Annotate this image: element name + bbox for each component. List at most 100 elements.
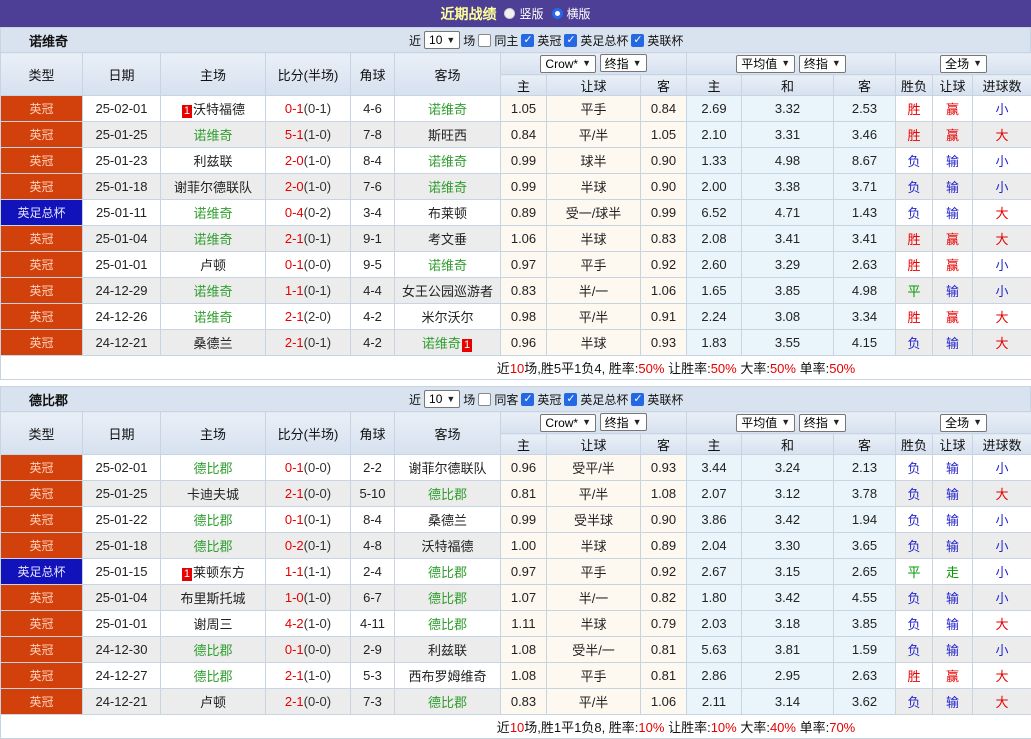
league-checkbox-facup[interactable]: ✓: [564, 34, 577, 47]
home-team: 利兹联: [161, 148, 266, 174]
league-type-badge: 英冠: [1, 122, 83, 148]
result-goals: 小: [973, 455, 1031, 481]
half-score: (0-1): [304, 538, 331, 553]
half-score: (0-0): [304, 642, 331, 657]
league-checkbox-eflcup[interactable]: ✓: [631, 393, 644, 406]
result-winlose: 胜: [896, 96, 933, 122]
summary-stat-value: 50%: [770, 361, 796, 376]
match-date: 24-12-30: [83, 637, 161, 663]
corner-score: 4-8: [351, 533, 395, 559]
odds-away: 0.92: [641, 559, 687, 585]
final-odds-select-2[interactable]: 终指▼: [799, 414, 846, 432]
full-score: 2-1: [285, 309, 304, 324]
summary-text: 场,胜5平1负4, 胜率:: [524, 361, 638, 376]
final-odds-select[interactable]: 终指▼: [600, 413, 647, 431]
col-type: 类型: [1, 412, 83, 455]
match-date: 24-12-29: [83, 278, 161, 304]
result-handicap: 输: [933, 148, 973, 174]
check-icon: ✓: [566, 393, 575, 406]
games-count-select[interactable]: 10▼: [424, 31, 460, 49]
chevron-down-icon: ▼: [446, 36, 455, 45]
match-score: 5-1(1-0): [266, 122, 351, 148]
average-value: 平均值: [741, 414, 777, 431]
scope-value: 全场: [945, 55, 969, 72]
handicap-line: 半球: [547, 533, 641, 559]
handicap-line: 受半/一: [547, 637, 641, 663]
col-avg-home: 主: [687, 434, 742, 455]
final-odds-select-2[interactable]: 终指▼: [799, 55, 846, 73]
result-winlose: 平: [896, 278, 933, 304]
same-away-checkbox[interactable]: [478, 393, 491, 406]
match-score: 0-4(0-2): [266, 200, 351, 226]
league-checkbox-championship[interactable]: ✓: [521, 393, 534, 406]
league-label-championship: 英冠: [537, 391, 561, 408]
full-score: 0-2: [285, 538, 304, 553]
chevron-down-icon: ▼: [781, 59, 790, 68]
col-corner: 角球: [351, 53, 395, 96]
odds-home: 1.11: [501, 611, 547, 637]
league-type-badge: 英冠: [1, 226, 83, 252]
match-row: 英冠25-01-04诺维奇2-1(0-1)9-1考文垂1.06半球0.832.0…: [1, 226, 1031, 252]
odds-home: 0.84: [501, 122, 547, 148]
match-row: 英冠25-02-011沃特福德0-1(0-1)4-6诺维奇1.05平手0.842…: [1, 96, 1031, 122]
match-score: 2-0(1-0): [266, 148, 351, 174]
handicap-line: 平/半: [547, 122, 641, 148]
avg-home: 5.63: [687, 637, 742, 663]
result-winlose: 负: [896, 148, 933, 174]
avg-home: 3.86: [687, 507, 742, 533]
average-value: 平均值: [741, 55, 777, 72]
league-checkbox-eflcup[interactable]: ✓: [631, 34, 644, 47]
match-row: 英足总杯25-01-151莱顿东方1-1(1-1)2-4德比郡0.97平手0.9…: [1, 559, 1031, 585]
match-date: 25-01-01: [83, 611, 161, 637]
result-handicap: 输: [933, 689, 973, 715]
summary-text: 大率:: [737, 361, 770, 376]
home-team: 桑德兰: [161, 330, 266, 356]
away-team: 斯旺西: [395, 122, 501, 148]
avg-away: 4.55: [834, 585, 896, 611]
result-goals: 小: [973, 559, 1031, 585]
league-type-badge: 英冠: [1, 330, 83, 356]
home-team: 诺维奇: [161, 304, 266, 330]
average-select[interactable]: 平均值 ▼: [736, 55, 795, 73]
half-score: (0-1): [304, 512, 331, 527]
match-scope-select[interactable]: 全场▼: [940, 414, 987, 432]
average-select[interactable]: 平均值▼: [736, 414, 795, 432]
full-score: 2-1: [285, 335, 304, 350]
col-avg-draw: 和: [742, 434, 834, 455]
same-home-checkbox[interactable]: [478, 34, 491, 47]
league-type-badge: 英冠: [1, 689, 83, 715]
league-type-badge: 英冠: [1, 585, 83, 611]
avg-home: 2.03: [687, 611, 742, 637]
corner-score: 4-11: [351, 611, 395, 637]
match-date: 24-12-27: [83, 663, 161, 689]
scope-value: 全场: [945, 414, 969, 431]
result-handicap: 赢: [933, 226, 973, 252]
league-label-facup: 英足总杯: [580, 391, 628, 408]
layout-radio-horizontal[interactable]: 横版: [552, 5, 591, 22]
avg-draw: 3.14: [742, 689, 834, 715]
match-score: 2-1(2-0): [266, 304, 351, 330]
match-score: 1-0(1-0): [266, 585, 351, 611]
odds-company-select[interactable]: Crow*▼: [540, 55, 596, 73]
games-count-select[interactable]: 10▼: [424, 390, 460, 408]
radio-off-icon[interactable]: [504, 8, 515, 19]
result-goals: 大: [973, 122, 1031, 148]
odds-home: 0.97: [501, 559, 547, 585]
layout-radio-vertical[interactable]: 竖版: [504, 5, 543, 22]
result-winlose: 负: [896, 455, 933, 481]
avg-draw: 3.24: [742, 455, 834, 481]
avg-home: 1.65: [687, 278, 742, 304]
away-team: 诺维奇1: [395, 330, 501, 356]
final-odds-select[interactable]: 终指▼: [600, 54, 647, 72]
odds-away: 0.90: [641, 174, 687, 200]
check-icon: ✓: [523, 34, 532, 47]
odds-company-select[interactable]: Crow*▼: [540, 414, 596, 432]
col-date: 日期: [83, 53, 161, 96]
radio-on-icon[interactable]: [552, 8, 563, 19]
league-checkbox-facup[interactable]: ✓: [564, 393, 577, 406]
result-handicap: 赢: [933, 304, 973, 330]
match-scope-select[interactable]: 全场▼: [940, 55, 987, 73]
league-checkbox-championship[interactable]: ✓: [521, 34, 534, 47]
chevron-down-icon: ▼: [832, 59, 841, 68]
corner-score: 2-9: [351, 637, 395, 663]
